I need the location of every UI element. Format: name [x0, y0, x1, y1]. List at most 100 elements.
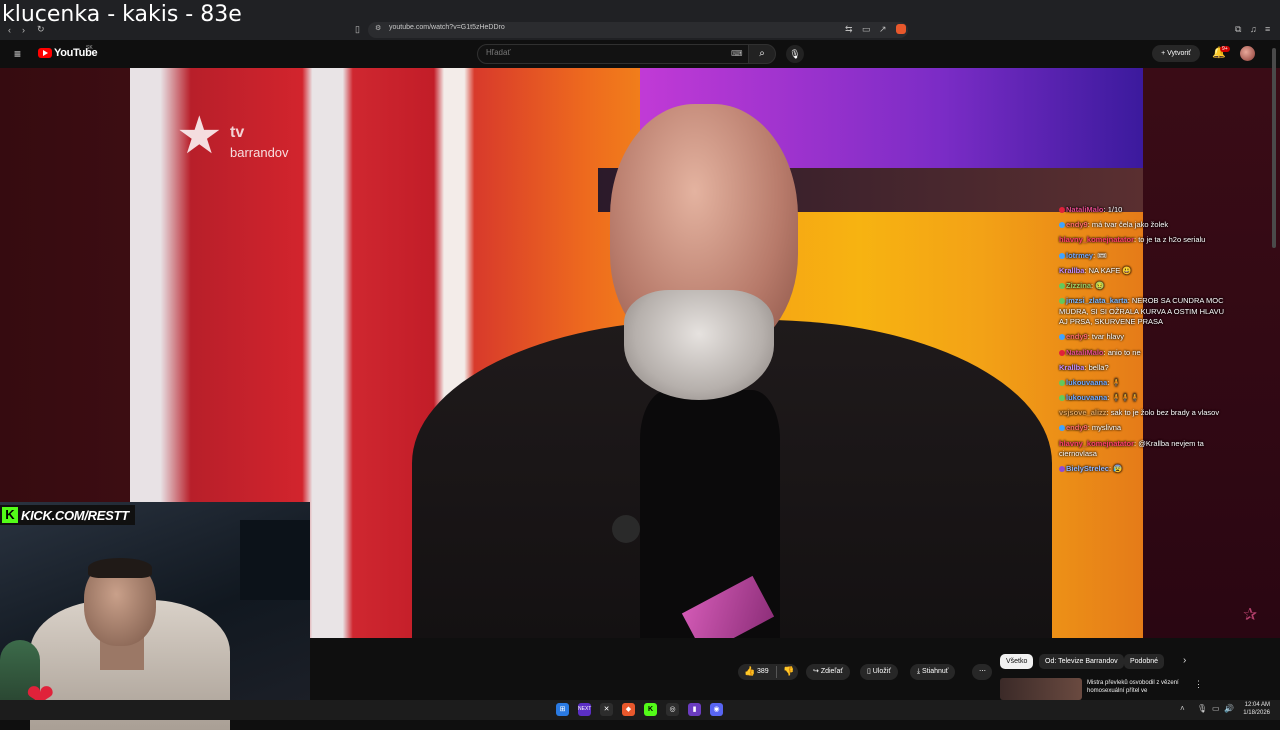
streamer-hair: [88, 558, 152, 578]
region-code: SK: [86, 45, 93, 51]
chat-username: NataliMalo: [1066, 347, 1104, 357]
bookmark-icon[interactable]: ▯: [355, 24, 360, 35]
share-button[interactable]: ↪ Zdieľať: [806, 664, 850, 680]
translate-icon[interactable]: ⇆: [845, 24, 853, 35]
chat-message: endy9: tvar hlavy: [1059, 332, 1229, 343]
play-triangle-icon: [43, 50, 48, 56]
clock-date: 1/18/2026: [1243, 710, 1270, 716]
download-label: Stiahnuť: [922, 668, 949, 675]
webcam-background-monitor: [240, 520, 310, 600]
chat-username: endy9: [1066, 423, 1088, 433]
share-label: Zdieľať: [820, 668, 843, 675]
chip-all[interactable]: Všetko: [1000, 654, 1034, 669]
chat-badge-icon: [1059, 466, 1065, 473]
chat-username: endy9: [1066, 220, 1088, 230]
mic-icon: 🎙: [789, 49, 801, 59]
chat-text: 🎟: [1097, 250, 1107, 260]
page-scrollbar[interactable]: [1272, 48, 1276, 248]
keyboard-icon[interactable]: ⌨: [731, 49, 743, 58]
chat-username: vsjsove_alizz: [1059, 408, 1107, 418]
kick-url-label: KICK.COM/RESTT: [21, 507, 129, 523]
chat-username: endy9: [1066, 332, 1088, 342]
chat-text: NA KAFE 😃: [1088, 265, 1132, 275]
share-page-icon[interactable]: ↗: [879, 24, 887, 35]
xbox-icon[interactable]: ✕: [600, 703, 613, 716]
chat-message: lukouvaana: 🧍: [1059, 378, 1229, 389]
chat-message: NataliMalo: 1/10: [1059, 205, 1229, 216]
brave-browser-icon[interactable]: ◆: [622, 703, 635, 716]
like-count[interactable]: 389: [757, 668, 769, 675]
chat-badge-icon: [1059, 282, 1065, 289]
chat-badge-icon: [1059, 379, 1065, 386]
kick-app-icon[interactable]: K: [644, 703, 657, 716]
chevron-right-icon[interactable]: ›: [1183, 655, 1186, 666]
channel-logo-brand: barrandov: [230, 145, 289, 160]
windows-taskbar: [0, 700, 1280, 720]
tray-overflow-icon[interactable]: ˄: [1180, 704, 1185, 713]
chat-username: Zizzina: [1066, 280, 1092, 290]
kick-badge: K KICK.COM/RESTT: [0, 505, 135, 525]
extensions-icon[interactable]: ⧉: [1235, 24, 1241, 35]
hamburger-menu-icon[interactable]: ≡: [14, 47, 21, 61]
media-icon[interactable]: ♫: [1250, 24, 1257, 34]
chat-message: lotrmey: 🎟: [1059, 251, 1229, 262]
chat-message: jmzsi_zlata_karta: NEROB SA CUNDRA MOC M…: [1059, 296, 1229, 328]
channel-star-icon: ★: [176, 107, 223, 165]
chat-username: lukouvaana: [1066, 393, 1108, 403]
menu-icon[interactable]: ≡: [1265, 24, 1270, 34]
chat-text: anio to ne: [1107, 347, 1141, 357]
screenshot-icon[interactable]: ▭: [862, 24, 871, 35]
site-info-icon[interactable]: ⚙: [375, 24, 381, 32]
notifications-badge: 9+: [1220, 46, 1230, 52]
thumbs-down-icon[interactable]: 👎: [783, 666, 794, 677]
search-input[interactable]: [477, 44, 749, 64]
obs-icon[interactable]: ◎: [666, 703, 679, 716]
chat-badge-icon: [1059, 298, 1065, 305]
chat-text: 🧍🧍🧍: [1111, 393, 1140, 403]
create-button[interactable]: + Vytvoriť: [1152, 45, 1200, 62]
chat-text: má tvar čela jako žolek: [1091, 220, 1169, 230]
download-button[interactable]: ⤓ Stiahnuť: [910, 664, 956, 680]
stream-overlay-title: klucenka - kakis - 83e: [2, 2, 242, 27]
chat-username: lukouvaana: [1066, 377, 1108, 387]
brave-shield-icon[interactable]: [896, 24, 906, 34]
chat-message: lukouvaana: 🧍🧍🧍: [1059, 393, 1229, 404]
more-vertical-icon[interactable]: ⋮: [1194, 679, 1203, 690]
avatar[interactable]: [1240, 46, 1255, 61]
like-divider: [776, 666, 777, 678]
kick-logo-icon: K: [2, 507, 18, 523]
more-actions-button[interactable]: ⋯: [972, 664, 992, 680]
chat-badge-icon: [1059, 222, 1065, 229]
chat-text: to je ta z h2o serialu: [1138, 235, 1206, 245]
chat-badge-icon: [1059, 252, 1065, 259]
chat-message: Krallba: NA KAFE 😃: [1059, 266, 1229, 277]
chip-from-channel[interactable]: Od: Televize Barrandov: [1039, 654, 1124, 669]
chat-message: BielyStrelec: 😰: [1059, 464, 1229, 475]
microphone-tray-icon[interactable]: 🎙: [1197, 704, 1207, 713]
chat-badge-icon: [1059, 349, 1065, 356]
chat-message: NataliMalo: anio to ne: [1059, 348, 1229, 359]
search-button[interactable]: ⌕: [748, 44, 776, 64]
recommended-video-thumbnail[interactable]: [1000, 678, 1082, 700]
thumbs-up-icon[interactable]: 👍: [744, 666, 755, 677]
chat-message: hlavny_komejnatator: @Krallba nevjem ta …: [1059, 439, 1229, 460]
search-icon: ⌕: [759, 48, 765, 59]
chat-text: bella?: [1088, 362, 1109, 372]
recommended-video-title[interactable]: Mistra převleků osvobodil z vězení homos…: [1087, 679, 1183, 695]
chat-text: 😰: [1113, 464, 1123, 474]
voice-search-button[interactable]: 🎙: [786, 45, 804, 63]
chat-text: myslivna: [1091, 423, 1122, 433]
volume-icon[interactable]: 🔊: [1224, 704, 1234, 713]
chat-overlay: NataliMalo: 1/10 endy9: má tvar čela jako…: [1059, 205, 1229, 480]
start-windows-icon[interactable]: ⊞: [556, 703, 569, 716]
save-button[interactable]: ▯ Uložiť: [860, 664, 898, 680]
discord-icon[interactable]: ◉: [710, 703, 723, 716]
chat-username: hlavny_komejnatator: [1059, 235, 1135, 245]
twitch-icon[interactable]: ▮: [688, 703, 701, 716]
address-url[interactable]: youtube.com/watch?v=G1t5zHeDDro: [389, 24, 505, 31]
taskbar-clock[interactable]: 12:04 AM 1/18/2026: [1236, 701, 1270, 717]
next-app-icon[interactable]: NEXT: [578, 703, 591, 716]
lapel-microphone: [612, 515, 640, 543]
network-icon[interactable]: ▭: [1212, 704, 1220, 713]
chip-similar[interactable]: Podobné: [1124, 654, 1165, 669]
